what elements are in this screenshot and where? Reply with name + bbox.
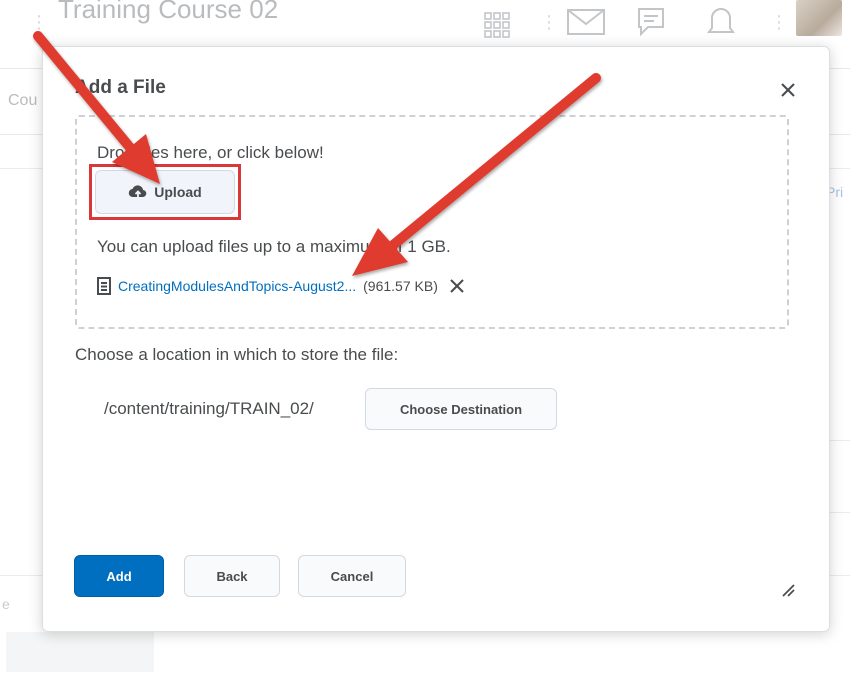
divider <box>828 512 850 513</box>
add-button[interactable]: Add <box>74 555 164 597</box>
course-title: Training Course 02 <box>58 0 279 24</box>
uploaded-file-item: CreatingModulesAndTopics-August2... (961… <box>97 277 465 295</box>
separator-dots: ⋮ <box>770 12 788 32</box>
separator-dots: ⋮ <box>30 12 48 32</box>
cloud-upload-icon <box>129 185 147 198</box>
file-name-link[interactable]: CreatingModulesAndTopics-August2... <box>118 278 356 294</box>
divider <box>828 440 850 441</box>
grid-icon[interactable] <box>482 10 512 40</box>
upload-button[interactable]: Upload <box>95 170 235 214</box>
file-dropzone[interactable]: Drop files here, or click below! Upload … <box>75 115 789 329</box>
close-dialog-button[interactable] <box>773 75 803 105</box>
dropzone-instruction: Drop files here, or click below! <box>97 143 324 162</box>
back-button[interactable]: Back <box>184 555 280 597</box>
location-label: Choose a location in which to store the … <box>75 345 399 364</box>
cancel-button[interactable]: Cancel <box>298 555 406 597</box>
choose-destination-button[interactable]: Choose Destination <box>365 388 557 430</box>
bell-icon[interactable] <box>706 6 736 38</box>
add-file-dialog: Add a File Drop files here, or click bel… <box>42 46 830 632</box>
separator-dots: ⋮ <box>540 12 558 32</box>
background-panel <box>6 632 154 672</box>
max-size-text: You can upload files up to a maximum of … <box>97 237 451 256</box>
remove-file-button[interactable] <box>449 278 465 294</box>
mail-icon[interactable] <box>566 8 606 36</box>
resize-grip-icon[interactable] <box>781 583 795 597</box>
avatar[interactable] <box>796 0 842 36</box>
chat-icon[interactable] <box>636 6 670 38</box>
file-size: (961.57 KB) <box>363 278 438 294</box>
background-text: e <box>2 596 10 612</box>
course-nav-item[interactable]: Cou <box>8 92 37 110</box>
upload-label: Upload <box>154 184 202 200</box>
close-icon <box>781 83 795 97</box>
dialog-title: Add a File <box>75 77 166 98</box>
document-icon <box>97 277 111 295</box>
destination-path: /content/training/TRAIN_02/ <box>104 399 314 418</box>
